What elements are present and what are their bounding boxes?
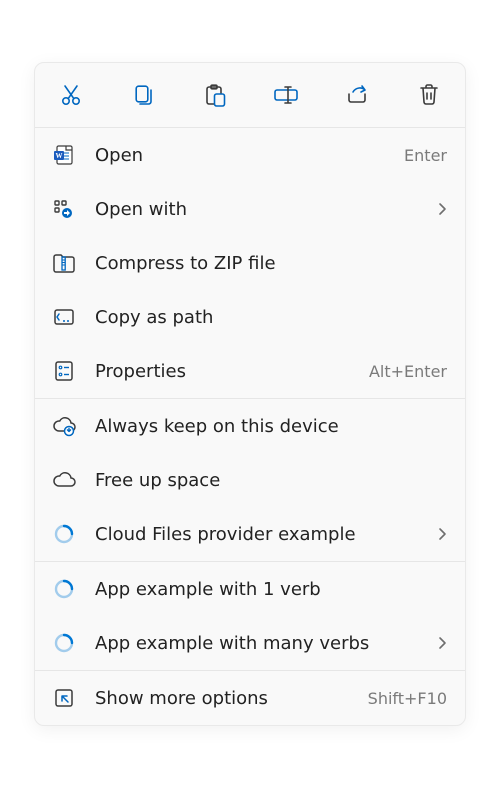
chevron-right-icon <box>434 202 447 216</box>
cut-button[interactable] <box>41 71 101 119</box>
menu-item-label: App example with many verbs <box>95 633 416 654</box>
menu-item-label: Copy as path <box>95 307 447 328</box>
menu-item-copy-path[interactable]: Copy as path <box>35 290 465 344</box>
menu-group: Always keep on this device Free up space… <box>35 399 465 561</box>
svg-text:W: W <box>56 152 63 160</box>
menu-group: App example with 1 verb App example with… <box>35 562 465 670</box>
copy-path-icon <box>51 304 77 330</box>
spinner-icon <box>51 576 77 602</box>
cloud-icon <box>51 467 77 493</box>
menu-item-accelerator: Shift+F10 <box>368 689 447 708</box>
menu-item-label: Show more options <box>95 688 350 709</box>
delete-button[interactable] <box>399 71 459 119</box>
menu-item-open-with[interactable]: Open with <box>35 182 465 236</box>
properties-icon <box>51 358 77 384</box>
menu-item-label: Open <box>95 145 386 166</box>
menu-item-label: Open with <box>95 199 416 220</box>
rename-button[interactable] <box>256 71 316 119</box>
menu-item-compress[interactable]: Compress to ZIP file <box>35 236 465 290</box>
copy-button[interactable] <box>113 71 173 119</box>
menu-item-label: Always keep on this device <box>95 416 447 437</box>
zip-icon <box>51 250 77 276</box>
menu-item-label: Properties <box>95 361 351 382</box>
menu-item-app-one-verb[interactable]: App example with 1 verb <box>35 562 465 616</box>
context-menu: W Open Enter Open with <box>34 62 466 726</box>
menu-item-label: App example with 1 verb <box>95 579 447 600</box>
menu-item-open[interactable]: W Open Enter <box>35 128 465 182</box>
spinner-icon <box>51 521 77 547</box>
menu-item-properties[interactable]: Properties Alt+Enter <box>35 344 465 398</box>
menu-item-always-keep[interactable]: Always keep on this device <box>35 399 465 453</box>
menu-group: W Open Enter Open with <box>35 128 465 398</box>
chevron-right-icon <box>434 527 447 541</box>
menu-item-accelerator: Enter <box>404 146 447 165</box>
copy-icon <box>131 83 155 107</box>
paste-button[interactable] <box>184 71 244 119</box>
menu-item-label: Compress to ZIP file <box>95 253 447 274</box>
toolbar <box>35 63 465 127</box>
menu-item-app-many-verbs[interactable]: App example with many verbs <box>35 616 465 670</box>
show-more-icon <box>51 685 77 711</box>
delete-icon <box>418 83 440 107</box>
menu-item-label: Cloud Files provider example <box>95 524 416 545</box>
cut-icon <box>59 83 83 107</box>
menu-item-accelerator: Alt+Enter <box>369 362 447 381</box>
spinner-icon <box>51 630 77 656</box>
menu-item-show-more[interactable]: Show more options Shift+F10 <box>35 671 465 725</box>
menu-group: Show more options Shift+F10 <box>35 671 465 725</box>
menu-item-cloud-provider[interactable]: Cloud Files provider example <box>35 507 465 561</box>
word-icon: W <box>51 142 77 168</box>
share-button[interactable] <box>327 71 387 119</box>
cloud-keep-icon <box>51 413 77 439</box>
menu-item-free-up[interactable]: Free up space <box>35 453 465 507</box>
share-icon <box>345 83 369 107</box>
paste-icon <box>202 83 226 107</box>
chevron-right-icon <box>434 636 447 650</box>
open-with-icon <box>51 196 77 222</box>
rename-icon <box>273 83 299 107</box>
menu-item-label: Free up space <box>95 470 447 491</box>
